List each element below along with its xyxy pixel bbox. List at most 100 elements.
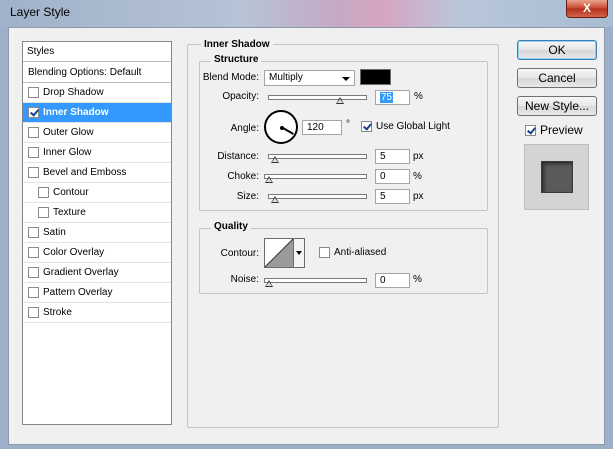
style-item-label: Pattern Overlay [43,287,113,298]
title-bar[interactable]: Layer Style X [0,0,613,27]
opacity-input[interactable]: 75 [375,90,410,105]
ok-button[interactable]: OK [517,40,597,60]
style-item-checkbox[interactable] [28,167,39,178]
choke-input[interactable]: 0 [375,169,410,184]
blending-options-label: Blending Options: Default [28,66,142,78]
blend-mode-select[interactable]: Multiply [264,70,355,86]
preview-checkbox[interactable]: Preview [525,123,583,137]
style-item-checkbox[interactable] [28,127,39,138]
distance-input[interactable]: 5 [375,149,410,164]
contour-dropdown[interactable] [294,238,305,268]
use-global-light-label: Use Global Light [376,121,450,132]
choke-slider-thumb[interactable] [265,176,273,183]
opacity-unit: % [414,91,423,102]
styles-list: Styles Blending Options: Default Drop Sh… [22,41,172,425]
style-item-drop-shadow[interactable]: Drop Shadow [23,83,171,103]
shadow-color-swatch[interactable] [360,69,391,85]
angle-input[interactable]: 120 [302,120,342,135]
size-slider-thumb[interactable] [270,196,279,203]
styles-header[interactable]: Styles [23,42,171,62]
noise-unit: % [413,274,422,285]
style-item-checkbox[interactable] [38,207,49,218]
style-item-checkbox[interactable] [28,287,39,298]
style-item-outer-glow[interactable]: Outer Glow [23,123,171,143]
angle-unit: ° [346,119,350,130]
style-item-checkbox[interactable] [28,147,39,158]
choke-unit: % [413,171,422,182]
style-item-label: Inner Glow [43,147,92,158]
blend-mode-value: Multiply [269,72,303,83]
style-item-checkbox[interactable] [28,307,39,318]
style-item-bevel-and-emboss[interactable]: Bevel and Emboss [23,163,171,183]
contour-preview[interactable] [264,238,294,268]
noise-slider[interactable] [264,278,367,287]
preview-swatch [541,161,573,193]
use-global-light-checkbox[interactable]: Use Global Light [361,121,450,132]
style-item-label: Texture [53,207,86,218]
style-item-contour[interactable]: Contour [23,183,171,203]
anti-aliased-label: Anti-aliased [334,247,387,258]
noise-input[interactable]: 0 [375,273,410,288]
style-item-inner-glow[interactable]: Inner Glow [23,143,171,163]
angle-dial-hand [282,127,294,135]
style-item-label: Stroke [43,307,72,318]
choke-label: Choke: [227,171,259,182]
opacity-value: 75 [380,92,394,103]
noise-label: Noise: [230,274,259,285]
size-slider[interactable] [268,194,367,203]
opacity-slider-thumb[interactable] [335,97,344,104]
angle-value: 120 [307,122,324,133]
chevron-down-icon [342,77,350,81]
close-button[interactable]: X [566,0,608,18]
window-frame-bottom [0,445,613,449]
style-item-satin[interactable]: Satin [23,223,171,243]
distance-slider-thumb[interactable] [270,156,279,163]
angle-dial[interactable] [264,110,298,144]
distance-unit: px [413,151,424,162]
angle-label: Angle: [230,123,259,134]
contour-curve-icon [265,239,293,267]
style-item-color-overlay[interactable]: Color Overlay [23,243,171,263]
style-item-label: Inner Shadow [43,107,109,118]
distance-label: Distance: [217,151,259,162]
window-frame-right [605,27,613,449]
style-item-label: Gradient Overlay [43,267,119,278]
size-input[interactable]: 5 [375,189,410,204]
style-item-label: Color Overlay [43,247,105,258]
style-item-inner-shadow[interactable]: Inner Shadow [23,103,171,123]
style-item-label: Drop Shadow [43,87,104,98]
style-item-stroke[interactable]: Stroke [23,303,171,323]
blending-options-item[interactable]: Blending Options: Default [23,62,171,83]
contour-label: Contour: [220,248,259,259]
style-item-label: Satin [43,227,66,238]
style-item-checkbox[interactable] [38,187,49,198]
style-item-checkbox[interactable] [28,227,39,238]
cancel-button[interactable]: Cancel [517,68,597,88]
style-item-label: Bevel and Emboss [43,167,127,178]
noise-slider-thumb[interactable] [265,280,273,287]
style-item-checkbox[interactable] [28,267,39,278]
preview-label: Preview [540,123,583,137]
use-global-light-box[interactable] [361,121,372,132]
structure-title: Structure [211,54,262,65]
style-item-gradient-overlay[interactable]: Gradient Overlay [23,263,171,283]
window-frame-left [0,27,8,449]
quality-title: Quality [211,221,251,232]
size-label: Size: [236,191,259,202]
new-style-button[interactable]: New Style... [517,96,597,116]
preview-box-check[interactable] [525,124,536,136]
opacity-label: Opacity: [222,91,259,102]
style-item-checkbox[interactable] [28,247,39,258]
distance-slider[interactable] [268,154,367,163]
style-item-pattern-overlay[interactable]: Pattern Overlay [23,283,171,303]
size-unit: px [413,191,424,202]
style-item-checkbox[interactable] [28,107,39,118]
choke-slider[interactable] [264,174,367,183]
anti-aliased-box[interactable] [319,247,330,258]
opacity-slider[interactable] [268,95,367,104]
style-item-checkbox[interactable] [28,87,39,98]
anti-aliased-checkbox[interactable]: Anti-aliased [319,247,386,258]
style-item-label: Outer Glow [43,127,94,138]
preview-thumbnail [524,144,589,210]
style-item-texture[interactable]: Texture [23,203,171,223]
